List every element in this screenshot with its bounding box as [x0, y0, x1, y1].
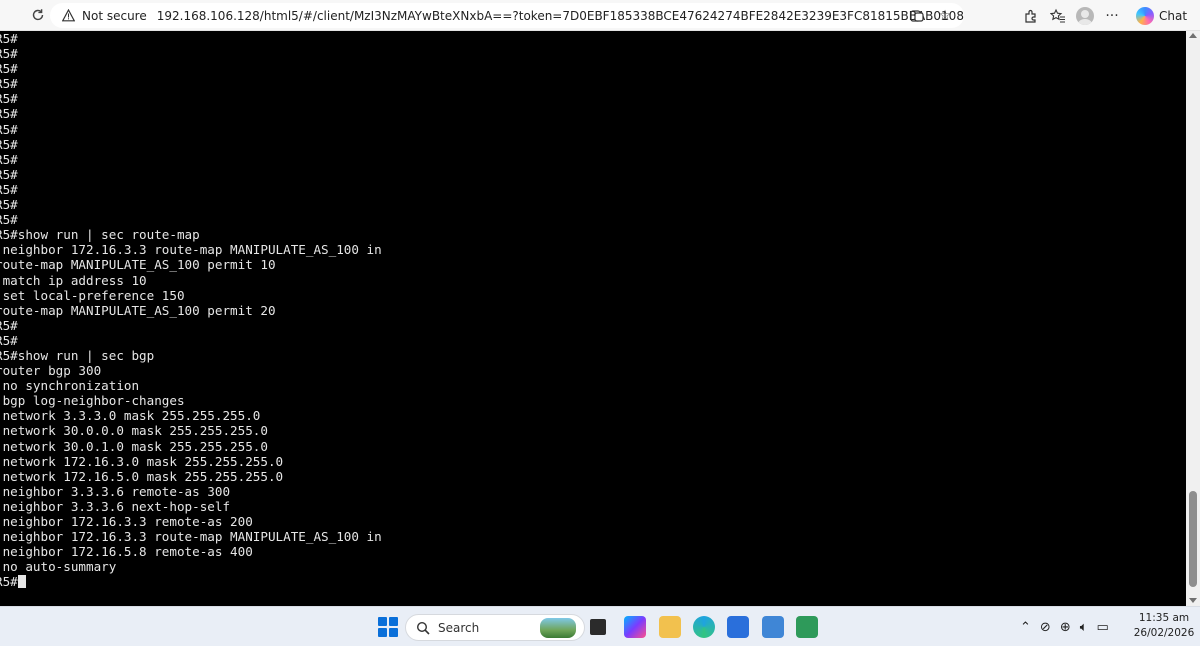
scroll-down-arrow-icon[interactable] — [1189, 598, 1197, 603]
scroll-up-arrow-icon[interactable] — [1189, 33, 1197, 38]
search-highlight-image — [540, 618, 576, 638]
terminal-line: match ip address 10 — [0, 272, 147, 288]
favorites-icon[interactable] — [1049, 7, 1067, 25]
terminal-prompt-line[interactable]: R5# — [0, 574, 382, 589]
terminal-line: R5# — [0, 151, 18, 167]
microsoft-store-icon[interactable] — [727, 616, 749, 638]
terminal-line: network 30.0.0.0 mask 255.255.255.0 — [0, 423, 268, 439]
microsoft-365-icon[interactable] — [624, 616, 646, 638]
terminal-line: R5#show run | sec route-map — [0, 227, 200, 243]
terminal-line: R5# — [0, 106, 18, 122]
address-bar[interactable]: Not secure 192.168.106.128/html5/#/clien… — [50, 3, 964, 28]
windows-taskbar: Search ⌃ ⊘ ⊕ 🔈︎ ▭ 11:35 am 26/02/2026 — [0, 606, 1200, 646]
warning-icon[interactable] — [62, 9, 75, 22]
terminal-line: neighbor 172.16.3.3 route-map MANIPULATE… — [0, 242, 382, 258]
windows-start-icon[interactable] — [378, 617, 398, 637]
profile-avatar-icon[interactable] — [1076, 6, 1094, 25]
terminal-line: R5# — [0, 91, 18, 107]
edge-browser-icon[interactable] — [693, 616, 715, 638]
terminal-line: R5#show run | sec bgp — [0, 347, 155, 363]
file-explorer-icon[interactable] — [659, 616, 681, 638]
terminal-output: R5#R5#R5#R5#R5#R5#R5#R5#R5#R5#R5#R5#R5#R… — [0, 31, 382, 589]
battery-icon[interactable]: ▭ — [1097, 620, 1109, 635]
more-options-icon[interactable]: ··· — [1103, 7, 1121, 25]
clock-date: 26/02/2026 — [1133, 627, 1195, 639]
not-secure-label[interactable]: Not secure — [82, 9, 147, 23]
chevron-up-icon[interactable]: ⌃ — [1020, 620, 1031, 635]
terminal-line: R5# — [0, 332, 18, 348]
terminal-line: no synchronization — [0, 378, 140, 394]
system-tray: ⌃ ⊘ ⊕ 🔈︎ ▭ — [1020, 617, 1109, 637]
url-text[interactable]: 192.168.106.128/html5/#/client/MzI3NzMAY… — [157, 9, 964, 23]
terminal-console[interactable]: R5#R5#R5#R5#R5#R5#R5#R5#R5#R5#R5#R5#R5#R… — [0, 31, 1186, 606]
search-icon — [416, 621, 430, 635]
terminal-line: R5# — [0, 166, 18, 182]
terminal-line: R5# — [0, 46, 18, 62]
reload-icon[interactable] — [25, 2, 51, 28]
terminal-line: R5# — [0, 31, 18, 46]
taskbar-search[interactable]: Search — [405, 614, 585, 641]
copilot-icon — [1136, 6, 1154, 25]
search-label: Search — [438, 620, 480, 635]
taskbar-clock[interactable]: 11:35 am 26/02/2026 — [1133, 611, 1195, 641]
photos-app-icon[interactable] — [762, 616, 784, 638]
terminal-cursor — [17, 575, 26, 589]
terminal-line: bgp log-neighbor-changes — [0, 393, 185, 409]
terminal-line: R5# — [0, 136, 18, 152]
terminal-line: R5# — [0, 317, 18, 333]
terminal-line: router bgp 300 — [0, 363, 102, 379]
terminal-line: neighbor 172.16.3.3 route-map MANIPULATE… — [0, 529, 382, 545]
favorite-star-icon[interactable]: ☆ — [936, 7, 954, 25]
terminal-line: neighbor 172.16.5.8 remote-as 400 — [0, 544, 253, 560]
terminal-line: R5# — [0, 212, 18, 228]
terminal-line: route-map MANIPULATE_AS_100 permit 20 — [0, 302, 276, 318]
terminal-scrollbar[interactable] — [1186, 31, 1200, 606]
task-view-icon[interactable] — [590, 619, 606, 635]
read-aloud-icon[interactable] — [908, 7, 926, 25]
terminal-line: network 3.3.3.0 mask 255.255.255.0 — [0, 408, 261, 424]
terminal-line: network 172.16.5.0 mask 255.255.255.0 — [0, 468, 284, 484]
terminal-line: neighbor 3.3.3.6 next-hop-self — [0, 498, 231, 514]
terminal-line: R5# — [0, 76, 18, 92]
terminal-line: no auto-summary — [0, 559, 117, 575]
terminal-line: set local-preference 150 — [0, 287, 185, 303]
terminal-prompt: R5# — [0, 574, 18, 590]
terminal-line: network 172.16.3.0 mask 255.255.255.0 — [0, 453, 284, 469]
terminal-line: R5# — [0, 61, 18, 77]
browser-actions: ··· Chat — [1022, 3, 1187, 28]
extensions-icon[interactable] — [1022, 7, 1040, 25]
language-globe-icon[interactable]: ⊕ — [1060, 620, 1071, 635]
volume-icon[interactable]: 🔈︎ — [1080, 620, 1088, 635]
terminal-line: neighbor 3.3.3.6 remote-as 300 — [0, 483, 231, 499]
clock-time: 11:35 am — [1138, 612, 1190, 624]
terminal-line: neighbor 172.16.3.3 remote-as 200 — [0, 514, 253, 529]
vmware-icon[interactable] — [796, 616, 818, 638]
scroll-thumb[interactable] — [1189, 491, 1197, 587]
terminal-line: R5# — [0, 181, 18, 197]
terminal-line: network 30.0.1.0 mask 255.255.255.0 — [0, 438, 268, 454]
network-icon[interactable]: ⊘ — [1040, 620, 1051, 635]
terminal-line: R5# — [0, 197, 18, 213]
copilot-chat-button[interactable]: Chat — [1136, 6, 1188, 25]
terminal-line: route-map MANIPULATE_AS_100 permit 10 — [0, 257, 276, 273]
terminal-line: R5# — [0, 121, 18, 137]
chat-label: Chat — [1159, 8, 1188, 23]
